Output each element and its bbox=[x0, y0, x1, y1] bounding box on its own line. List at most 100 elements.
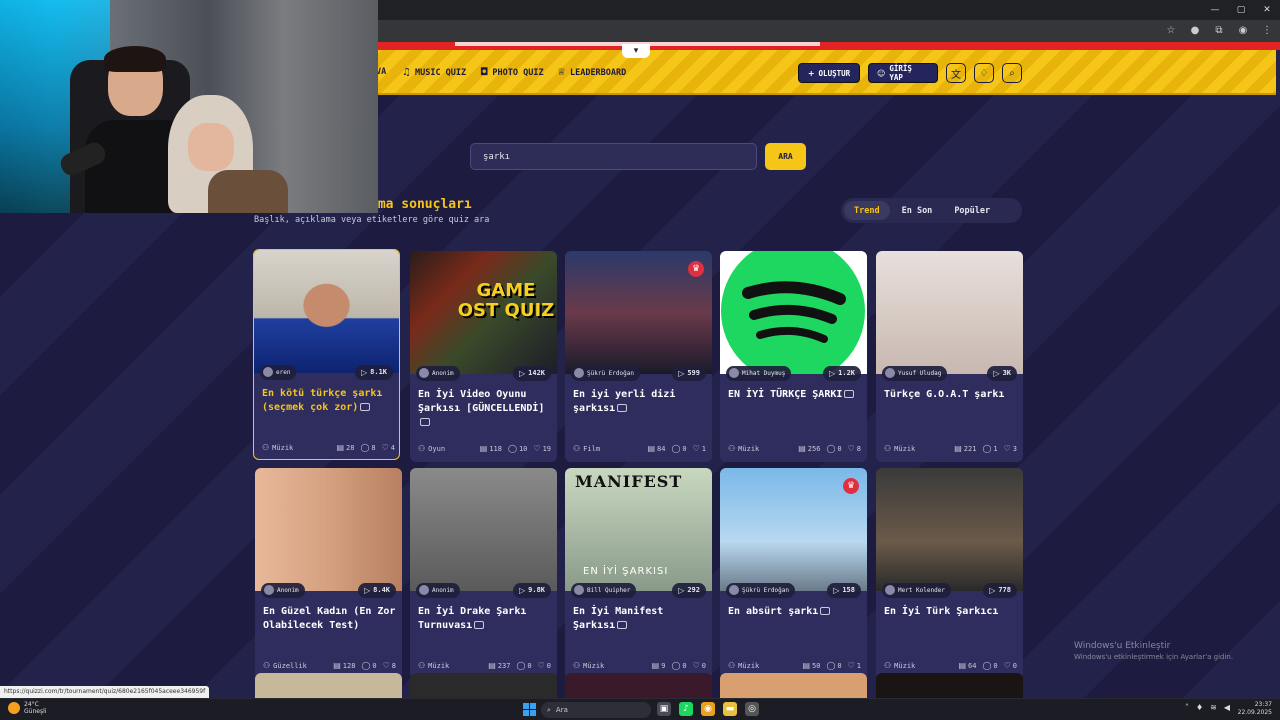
translate-icon[interactable]: 文 bbox=[946, 63, 966, 83]
category-icon: ⚇ bbox=[418, 444, 426, 453]
avatar bbox=[729, 368, 739, 378]
login-button[interactable]: ☺ GİRİŞ YAP bbox=[868, 63, 938, 83]
category-icon: ⚇ bbox=[262, 443, 270, 452]
heart-icon: ♡ bbox=[692, 661, 700, 670]
search-input[interactable] bbox=[470, 143, 757, 170]
create-button[interactable]: + OLUŞTUR bbox=[798, 63, 860, 83]
like-count[interactable]: ♡ 8 bbox=[383, 661, 396, 670]
quiz-title[interactable]: Türkçe G.O.A.T şarkı bbox=[884, 388, 1017, 402]
tab-latest[interactable]: En Son bbox=[892, 201, 943, 220]
quiz-title[interactable]: En İyi Video Oyunu Şarkısı [GÜNCELLENDİ] bbox=[418, 388, 551, 430]
like-count[interactable]: ♡ 3 bbox=[1004, 444, 1017, 453]
menu-dots-icon[interactable]: ⋮ bbox=[1260, 23, 1274, 37]
minimize-icon[interactable]: — bbox=[1202, 0, 1228, 20]
avatar bbox=[729, 585, 739, 595]
status-bar-url: https://quizzi.com/tr/tournament/quiz/68… bbox=[0, 686, 210, 698]
quiz-thumbnail: GAME OST QUIZ bbox=[410, 251, 557, 374]
like-count[interactable]: ♡ 0 bbox=[1004, 661, 1017, 670]
sort-tabs: Trend En Son Popüler bbox=[841, 198, 1022, 223]
quiz-title[interactable]: En kötü türkçe şarkı (seçmek çok zor) bbox=[262, 387, 395, 415]
category-icon: ⚇ bbox=[884, 661, 892, 670]
category-icon: ⚇ bbox=[728, 444, 736, 453]
quiz-card[interactable]: ♛ Şükrü Erdoğan ▷ 599 En iyi yerli dizi ş… bbox=[565, 251, 712, 462]
windows-start-icon[interactable] bbox=[523, 703, 536, 716]
collapse-chevron-icon[interactable]: ▾ bbox=[622, 44, 650, 58]
avatar bbox=[263, 367, 273, 377]
like-count[interactable]: ♡ 8 bbox=[848, 444, 861, 453]
comment-icon: ◯ bbox=[982, 661, 992, 670]
tab-trend[interactable]: Trend bbox=[844, 201, 890, 220]
quiz-thumbnail bbox=[720, 251, 867, 374]
search-button[interactable]: ARA bbox=[765, 143, 806, 170]
mic-icon[interactable]: ♦ bbox=[1196, 703, 1203, 712]
quiz-title[interactable]: En absürt şarkı bbox=[728, 605, 861, 619]
like-count[interactable]: ♡ 1 bbox=[693, 444, 706, 453]
like-count[interactable]: ♡ 4 bbox=[382, 443, 395, 452]
quiz-title[interactable]: En İyi Drake Şarkı Turnuvası bbox=[418, 605, 551, 633]
quiz-card[interactable]: eren ▷ 8.1K En kötü türkçe şarkı (seçmek … bbox=[253, 249, 400, 460]
quiz-thumbnail bbox=[410, 468, 557, 591]
question-count: ▤ 256 bbox=[798, 444, 821, 453]
maximize-icon[interactable]: ▢ bbox=[1228, 0, 1254, 20]
weather-widget[interactable]: 24°C Güneşli bbox=[8, 701, 46, 715]
wifi-icon[interactable]: ≋ bbox=[1210, 703, 1217, 712]
app-icon[interactable]: ◎ bbox=[745, 702, 759, 716]
author-chip: Şükrü Erdoğan bbox=[571, 365, 640, 381]
list-icon: ▤ bbox=[798, 444, 806, 453]
quiz-card[interactable]: ♛ Şükrü Erdoğan ▷ 158 En absürt şarkı ⚇ Mü… bbox=[720, 468, 867, 679]
search-icon[interactable]: ⌕ bbox=[1002, 63, 1022, 83]
puzzle-icon[interactable]: ⧉ bbox=[1212, 23, 1226, 37]
sun-icon bbox=[8, 702, 20, 714]
nav-item-leaderboard[interactable]: ♕ LEADERBOARD bbox=[557, 67, 626, 78]
bookmark-star-icon[interactable]: ☆ bbox=[1164, 23, 1178, 37]
quiz-card[interactable]: Mert Kolender ▷ 778 En İyi Türk Şarkıcı ⚇… bbox=[876, 468, 1023, 679]
close-icon[interactable]: ✕ bbox=[1254, 0, 1280, 20]
comment-icon: ◯ bbox=[826, 444, 836, 453]
comment-icon: ◯ bbox=[826, 661, 836, 670]
like-count[interactable]: ♡ 0 bbox=[693, 661, 706, 670]
bell-icon[interactable]: ♢ bbox=[974, 63, 994, 83]
category-icon: ⚇ bbox=[728, 661, 736, 670]
like-count[interactable]: ♡ 1 bbox=[848, 661, 861, 670]
category: ⚇ Müzik bbox=[884, 661, 916, 670]
quiz-card[interactable]: GAME OST QUIZ Anonim ▷ 142K En İyi Video … bbox=[410, 251, 557, 462]
chevron-up-icon[interactable]: ˄ bbox=[1185, 703, 1189, 712]
play-icon: ▷ bbox=[993, 368, 1000, 378]
nav-item-music-quiz[interactable]: ♫ MUSIC QUIZ bbox=[402, 67, 466, 78]
play-count: ▷ 292 bbox=[672, 582, 706, 598]
quiz-title[interactable]: En İyi Türk Şarkıcı bbox=[884, 605, 1017, 619]
spotify-icon[interactable]: ♪ bbox=[679, 702, 693, 716]
author-chip: Anonim bbox=[416, 365, 460, 381]
chrome-icon[interactable]: ◉ bbox=[701, 702, 715, 716]
folder-icon[interactable]: ▬ bbox=[723, 702, 737, 716]
profile-icon[interactable]: ◉ bbox=[1236, 23, 1250, 37]
heart-icon: ♡ bbox=[537, 661, 545, 670]
nav-item-photo-quiz[interactable]: ◘ PHOTO QUIZ bbox=[480, 67, 544, 78]
category: ⚇ Müzik bbox=[262, 443, 294, 452]
question-count: ▤ 28 bbox=[336, 443, 355, 452]
heart-icon: ♡ bbox=[533, 444, 541, 453]
quiz-card[interactable]: Mihat Duymuş ▷ 1.2K EN İYİ TÜRKÇE ŞARKI ⚇… bbox=[720, 251, 867, 462]
taskbar-clock[interactable]: 23:37 22.09.2025 bbox=[1238, 701, 1272, 717]
quiz-card[interactable]: Anonim ▷ 8.4K En Güzel Kadın (En Zor Olab… bbox=[255, 468, 402, 679]
speaker-icon[interactable]: ◀ bbox=[1224, 703, 1230, 712]
question-count: ▤ 9 bbox=[651, 661, 666, 670]
task-view-icon[interactable]: ▣ bbox=[657, 702, 671, 716]
tab-popular[interactable]: Popüler bbox=[944, 201, 1000, 220]
like-count[interactable]: ♡ 19 bbox=[533, 444, 551, 453]
quiz-title[interactable]: EN İYİ TÜRKÇE ŞARKI bbox=[728, 388, 861, 402]
video-tag-icon bbox=[617, 404, 628, 412]
quiz-title[interactable]: En Güzel Kadın (En Zor Olabilecek Test) bbox=[263, 605, 396, 633]
quiz-card[interactable]: Anonim ▷ 9.8K En İyi Drake Şarkı Turnuvas… bbox=[410, 468, 557, 679]
extension-icon[interactable]: ● bbox=[1188, 23, 1202, 37]
camera-icon: ◘ bbox=[480, 67, 489, 78]
quiz-title[interactable]: En İyi Manifest Şarkısı bbox=[573, 605, 706, 633]
comment-icon: ◯ bbox=[361, 661, 371, 670]
quiz-card[interactable]: MANIFEST EN İYİ ŞARKISI Bill Quipher ▷ 29… bbox=[565, 468, 712, 679]
taskbar-search[interactable]: ⌕ Ara bbox=[541, 702, 651, 718]
list-icon: ▤ bbox=[651, 661, 660, 670]
like-count[interactable]: ♡ 0 bbox=[538, 661, 551, 670]
category: ⚇ Müzik bbox=[884, 444, 916, 453]
quiz-title[interactable]: En iyi yerli dizi şarkısı bbox=[573, 388, 706, 416]
quiz-card[interactable]: Yusuf Uludag ▷ 3K Türkçe G.O.A.T şarkı ⚇ M… bbox=[876, 251, 1023, 462]
